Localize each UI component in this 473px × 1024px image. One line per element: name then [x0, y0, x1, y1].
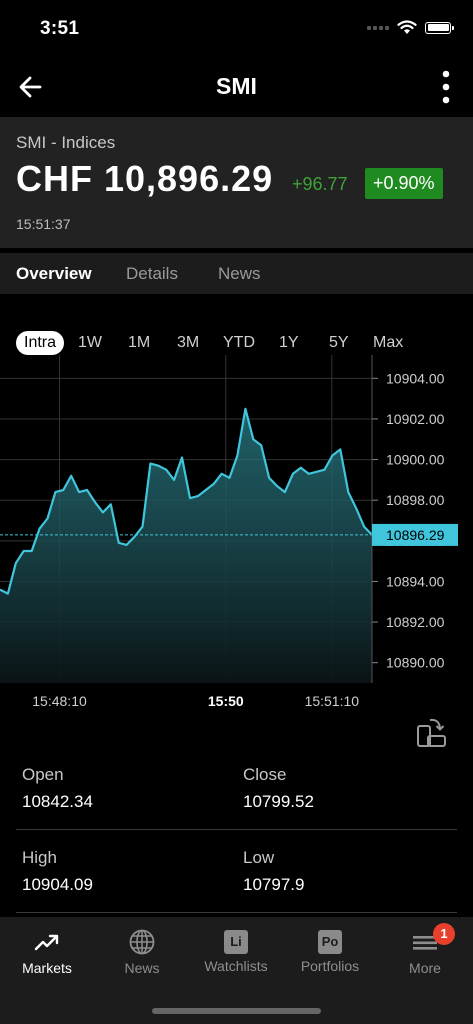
tabbar-markets[interactable]: Markets: [0, 928, 94, 976]
price-change: +96.77: [292, 174, 348, 194]
tabbar-more[interactable]: 1 More: [378, 923, 472, 976]
range-1m[interactable]: 1M: [128, 331, 150, 355]
tabbar-news-label: News: [124, 960, 160, 976]
tab-details[interactable]: Details: [126, 264, 178, 284]
wifi-icon: [397, 20, 417, 34]
stat-low-value: 10797.9: [243, 875, 305, 894]
stat-low-label: Low: [243, 848, 275, 867]
status-icons: [367, 20, 454, 35]
y-tick-label: 10898.00: [386, 492, 445, 508]
tabbar-news[interactable]: News: [95, 928, 189, 976]
y-tick-label: 10894.00: [386, 573, 445, 589]
range-intra[interactable]: Intra: [16, 331, 65, 355]
battery-icon: [425, 21, 454, 34]
signal-icon: [367, 25, 389, 30]
range-max[interactable]: Max: [373, 331, 403, 355]
tabbar-more-label: More: [409, 960, 441, 976]
x-tick-label: 15:48:10: [32, 693, 87, 709]
instrument-subtitle: SMI - Indices: [16, 133, 116, 152]
stat-open-value: 10842.34: [22, 792, 93, 811]
stat-close-value: 10799.52: [243, 792, 314, 811]
stats-divider: [16, 912, 457, 913]
notification-badge: 1: [433, 923, 455, 945]
range-1y[interactable]: 1Y: [279, 331, 299, 355]
quote-time: 15:51:37: [16, 216, 71, 232]
more-vertical-icon[interactable]: [441, 70, 451, 104]
rotate-device-icon[interactable]: [414, 715, 448, 749]
tabbar-markets-label: Markets: [22, 960, 72, 976]
price-change-percent-badge: +0.90%: [365, 168, 443, 199]
stat-close-label: Close: [243, 765, 287, 784]
stat-open-label: Open: [22, 765, 64, 784]
stat-high-label: High: [22, 848, 57, 867]
home-indicator: [152, 1008, 321, 1014]
y-tick-label: 10904.00: [386, 370, 445, 386]
x-tick-label: 15:50: [208, 693, 244, 709]
y-tick-label: 10890.00: [386, 655, 445, 671]
range-3m[interactable]: 3M: [177, 331, 199, 355]
tabbar-portfolios-label: Portfolios: [300, 958, 360, 974]
tab-news[interactable]: News: [218, 264, 261, 284]
tabbar-portfolios[interactable]: Po Portfolios: [283, 928, 377, 974]
trend-up-icon: [34, 934, 59, 951]
range-ytd[interactable]: YTD: [223, 331, 255, 355]
stat-high-value: 10904.09: [22, 875, 93, 894]
y-tick-label: 10900.00: [386, 452, 445, 468]
chart-area-fill: [0, 408, 372, 683]
current-price-label: 10896.29: [386, 527, 445, 543]
watchlists-icon: Li: [224, 930, 248, 954]
current-price: CHF 10,896.29: [16, 158, 274, 199]
globe-icon: [129, 929, 155, 955]
portfolios-icon: Po: [318, 930, 342, 954]
page-title: SMI: [216, 73, 257, 99]
stats-divider: [16, 829, 457, 830]
tabbar-watchlists[interactable]: Li Watchlists: [189, 928, 283, 974]
status-time: 3:51: [40, 18, 80, 39]
tabbar-watchlists-label: Watchlists: [204, 958, 268, 974]
intraday-chart[interactable]: 10904.0010902.0010900.0010898.0010896.00…: [0, 355, 473, 715]
y-tick-label: 10902.00: [386, 411, 445, 427]
x-tick-label: 15:51:10: [305, 693, 360, 709]
range-5y[interactable]: 5Y: [329, 331, 349, 355]
tab-overview[interactable]: Overview: [16, 264, 92, 284]
range-1w[interactable]: 1W: [78, 331, 102, 355]
y-tick-label: 10892.00: [386, 614, 445, 630]
